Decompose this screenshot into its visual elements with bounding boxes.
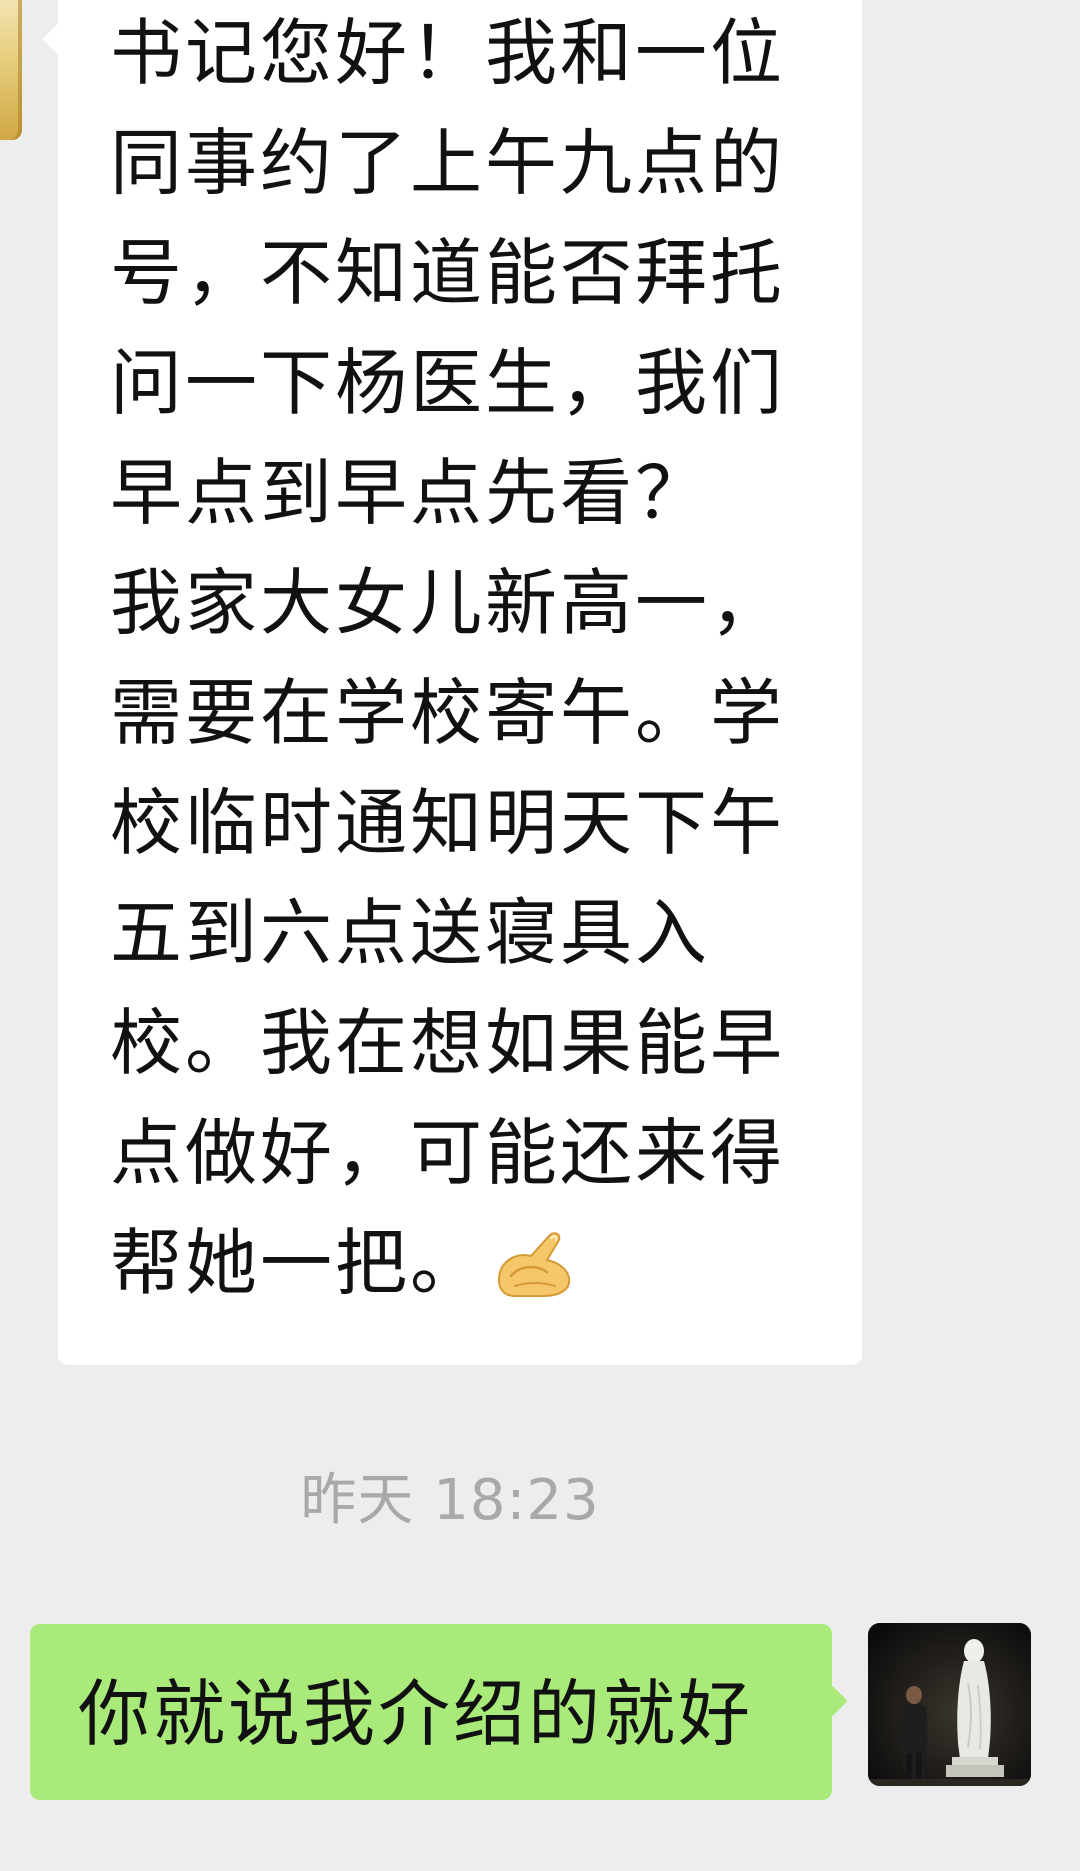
outgoing-message-bubble[interactable]: 你就说我介绍的就好 [30, 1624, 848, 1800]
incoming-bubble-tail [42, 23, 74, 55]
pinching-hand-emoji-icon [491, 1222, 581, 1302]
message-timestamp: 昨天 18:23 [300, 1468, 600, 1533]
incoming-message-text: 书记您好！我和一位同事约了上午九点的号，不知道能否拜托问一下杨医生，我们早点到早… [110, 0, 830, 1318]
sender-avatar[interactable] [0, 0, 22, 140]
incoming-message-body: 书记您好！我和一位同事约了上午九点的号，不知道能否拜托问一下杨医生，我们早点到早… [110, 11, 786, 1305]
outgoing-bubble-tail [816, 1685, 848, 1717]
outgoing-message-text: 你就说我介绍的就好 [78, 1672, 754, 1756]
incoming-message-bubble[interactable]: 书记您好！我和一位同事约了上午九点的号，不知道能否拜托问一下杨医生，我们早点到早… [42, 0, 862, 1365]
own-avatar[interactable] [868, 1623, 1031, 1786]
